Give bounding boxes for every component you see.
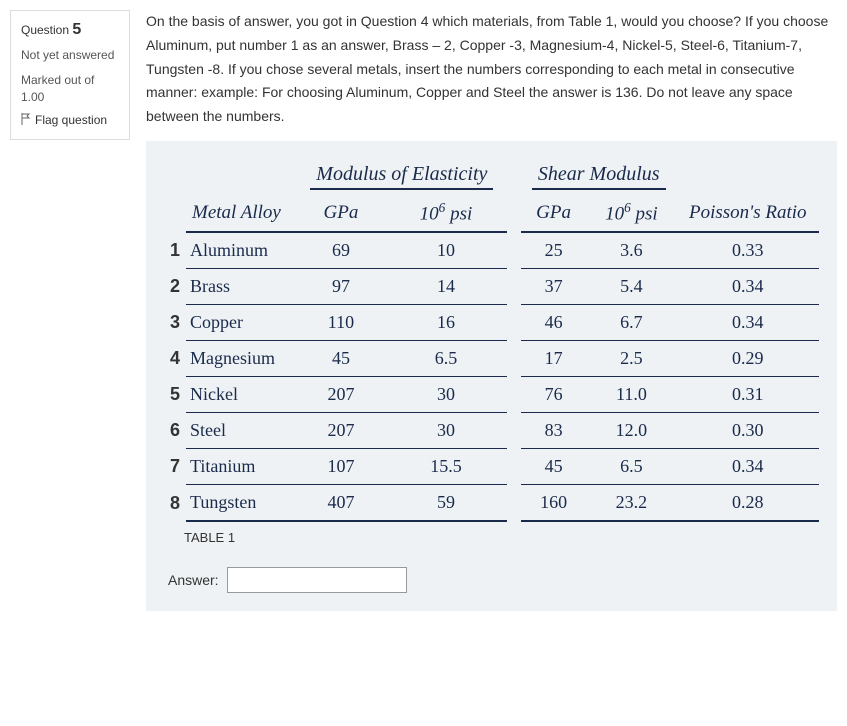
cell-e-gpa: 110	[297, 305, 385, 341]
question-text: On the basis of answer, you got in Quest…	[146, 10, 837, 129]
row-number: 4	[164, 341, 186, 377]
cell-e-psi: 14	[385, 269, 507, 305]
cell-poisson: 0.34	[677, 449, 819, 485]
question-number: Question 5	[21, 21, 119, 39]
answer-input[interactable]	[227, 567, 407, 593]
table-row: 2Brass9714 375.40.34	[164, 269, 819, 305]
cell-e-psi: 6.5	[385, 341, 507, 377]
cell-e-gpa: 69	[297, 232, 385, 269]
cell-g-psi: 6.5	[586, 449, 676, 485]
cell-g-gpa: 160	[521, 485, 586, 522]
materials-table: Modulus of Elasticity Shear Modulus Meta…	[164, 157, 819, 522]
flag-label: Flag question	[35, 113, 107, 129]
cell-metal: Copper	[186, 305, 297, 341]
cell-g-gpa: 46	[521, 305, 586, 341]
question-info-panel: Question 5 Not yet answered Marked out o…	[10, 10, 130, 140]
marked-out-of: Marked out of 1.00	[21, 72, 119, 106]
col-g-gpa: GPa	[521, 192, 586, 232]
cell-g-psi: 2.5	[586, 341, 676, 377]
group-header-modulus: Modulus of Elasticity	[297, 157, 507, 192]
group-header-shear: Shear Modulus	[521, 157, 677, 192]
col-e-psi: 106 psi	[385, 192, 507, 232]
cell-e-psi: 15.5	[385, 449, 507, 485]
cell-g-psi: 3.6	[586, 232, 676, 269]
table-row: 8Tungsten40759 16023.20.28	[164, 485, 819, 522]
cell-g-gpa: 37	[521, 269, 586, 305]
cell-poisson: 0.31	[677, 377, 819, 413]
row-number: 3	[164, 305, 186, 341]
cell-g-gpa: 83	[521, 413, 586, 449]
table-row: 6Steel20730 8312.00.30	[164, 413, 819, 449]
cell-g-gpa: 17	[521, 341, 586, 377]
cell-metal: Titanium	[186, 449, 297, 485]
cell-metal: Magnesium	[186, 341, 297, 377]
table-row: 5Nickel20730 7611.00.31	[164, 377, 819, 413]
row-number: 6	[164, 413, 186, 449]
cell-e-psi: 59	[385, 485, 507, 522]
cell-e-gpa: 45	[297, 341, 385, 377]
cell-e-psi: 16	[385, 305, 507, 341]
cell-poisson: 0.30	[677, 413, 819, 449]
row-number: 5	[164, 377, 186, 413]
table-row: 4Magnesium456.5 172.50.29	[164, 341, 819, 377]
cell-e-psi: 30	[385, 377, 507, 413]
col-g-psi: 106 psi	[586, 192, 676, 232]
col-metal: Metal Alloy	[186, 192, 297, 232]
col-e-gpa: GPa	[297, 192, 385, 232]
table-row: 7Titanium10715.5 456.50.34	[164, 449, 819, 485]
cell-poisson: 0.34	[677, 305, 819, 341]
cell-g-gpa: 25	[521, 232, 586, 269]
cell-poisson: 0.29	[677, 341, 819, 377]
cell-poisson: 0.34	[677, 269, 819, 305]
row-number: 1	[164, 232, 186, 269]
question-label: Question	[21, 23, 69, 37]
cell-e-psi: 10	[385, 232, 507, 269]
cell-g-gpa: 45	[521, 449, 586, 485]
cell-e-gpa: 107	[297, 449, 385, 485]
cell-g-psi: 6.7	[586, 305, 676, 341]
answer-label: Answer:	[168, 572, 219, 588]
cell-metal: Steel	[186, 413, 297, 449]
cell-metal: Brass	[186, 269, 297, 305]
cell-g-psi: 23.2	[586, 485, 676, 522]
row-number: 2	[164, 269, 186, 305]
cell-g-gpa: 76	[521, 377, 586, 413]
flag-icon	[21, 113, 31, 125]
cell-poisson: 0.33	[677, 232, 819, 269]
question-number-value: 5	[72, 21, 81, 38]
cell-metal: Aluminum	[186, 232, 297, 269]
cell-e-gpa: 407	[297, 485, 385, 522]
cell-metal: Tungsten	[186, 485, 297, 522]
table-caption: TABLE 1	[184, 530, 819, 545]
col-poisson: Poisson's Ratio	[677, 192, 819, 232]
table-container: Modulus of Elasticity Shear Modulus Meta…	[146, 141, 837, 611]
cell-metal: Nickel	[186, 377, 297, 413]
cell-g-psi: 5.4	[586, 269, 676, 305]
marked-label: Marked out of	[21, 73, 94, 87]
row-number: 7	[164, 449, 186, 485]
cell-g-psi: 11.0	[586, 377, 676, 413]
row-number: 8	[164, 485, 186, 522]
question-main: On the basis of answer, you got in Quest…	[146, 10, 837, 611]
cell-g-psi: 12.0	[586, 413, 676, 449]
marked-value: 1.00	[21, 90, 44, 104]
flag-question-link[interactable]: Flag question	[21, 113, 119, 129]
cell-poisson: 0.28	[677, 485, 819, 522]
cell-e-gpa: 97	[297, 269, 385, 305]
table-row: 3Copper11016 466.70.34	[164, 305, 819, 341]
answer-row: Answer:	[168, 567, 819, 593]
cell-e-psi: 30	[385, 413, 507, 449]
cell-e-gpa: 207	[297, 413, 385, 449]
cell-e-gpa: 207	[297, 377, 385, 413]
answer-status: Not yet answered	[21, 47, 119, 64]
table-row: 1Aluminum6910 253.60.33	[164, 232, 819, 269]
